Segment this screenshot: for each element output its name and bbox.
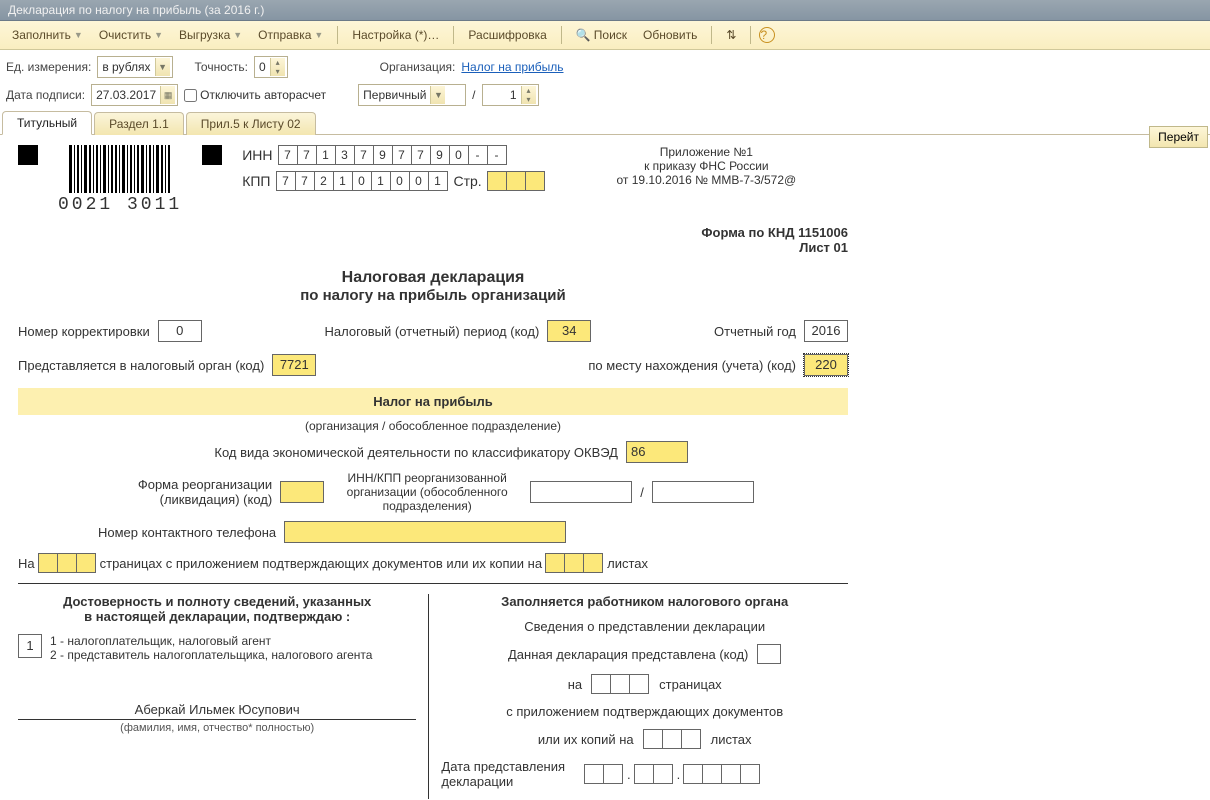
form-code: Форма по КНД 1151006 Лист 01 bbox=[18, 225, 848, 255]
tabs: Титульный Раздел 1.1 Прил.5 к Листу 02 bbox=[0, 110, 1210, 135]
help-icon[interactable]: ? bbox=[759, 27, 775, 43]
pages-sheets: листах bbox=[607, 556, 648, 571]
upload-button[interactable]: Выгрузка▼ bbox=[173, 25, 248, 45]
sort-icon[interactable]: ⇅ bbox=[720, 25, 742, 45]
r-copies-label: или их копий на bbox=[538, 732, 634, 747]
place-value[interactable]: 220 bbox=[804, 354, 848, 376]
period-value[interactable]: 34 bbox=[547, 320, 591, 342]
year-label: Отчетный год bbox=[714, 324, 796, 339]
main-title: Налоговая декларация по налогу на прибыл… bbox=[18, 269, 848, 304]
organ-value[interactable]: 7721 bbox=[272, 354, 316, 376]
right-subheader: Сведения о представлении декларации bbox=[441, 619, 848, 634]
tab-title[interactable]: Титульный bbox=[2, 111, 92, 135]
phone-value[interactable] bbox=[284, 521, 566, 543]
reorg-inn-value[interactable] bbox=[530, 481, 632, 503]
precision-label: Точность: bbox=[195, 60, 248, 74]
reorg-label: Форма реорганизации(ликвидация) (код) bbox=[112, 477, 272, 507]
signer-code[interactable]: 1 bbox=[18, 634, 42, 658]
autocalc-checkbox[interactable]: Отключить авторасчет bbox=[184, 88, 326, 102]
r-pages[interactable] bbox=[592, 674, 649, 694]
r-presented-code[interactable] bbox=[758, 644, 781, 664]
corr-label: Номер корректировки bbox=[18, 324, 150, 339]
window-title: Декларация по налогу на прибыль (за 2016… bbox=[0, 0, 1210, 21]
pages-count[interactable] bbox=[39, 553, 96, 573]
year-value[interactable]: 2016 bbox=[804, 320, 848, 342]
slash: / bbox=[472, 88, 475, 102]
left-header: Достоверность и полноту сведений, указан… bbox=[18, 594, 416, 624]
pages-on: На bbox=[18, 556, 35, 571]
phone-label: Номер контактного телефона bbox=[98, 525, 276, 540]
settings-button[interactable]: Настройка (*)… bbox=[346, 25, 445, 45]
kpp-label: КПП bbox=[242, 173, 270, 189]
inn-cells: 7713797790-- bbox=[279, 145, 507, 165]
inn-label: ИНН bbox=[242, 147, 272, 163]
r-attach-label: с приложением подтверждающих документов bbox=[441, 704, 848, 719]
search-icon: 🔍 bbox=[576, 28, 591, 42]
pageno-input[interactable]: 1▴▾ bbox=[482, 84, 539, 106]
send-button[interactable]: Отправка▼ bbox=[252, 25, 329, 45]
place-label: по месту нахождения (учета) (код) bbox=[588, 358, 796, 373]
r-date-label: Дата представлениядекларации bbox=[441, 759, 565, 789]
date-label: Дата подписи: bbox=[6, 88, 85, 102]
right-header: Заполняется работником налогового органа bbox=[441, 594, 848, 609]
precision-select[interactable]: 0▴▾ bbox=[254, 56, 288, 78]
r-sheets-label: листах bbox=[711, 732, 752, 747]
fill-button[interactable]: Заполнить▼ bbox=[6, 25, 89, 45]
marker-right bbox=[202, 145, 222, 165]
r-copies[interactable] bbox=[644, 729, 701, 749]
section-subtitle: (организация / обособленное подразделени… bbox=[18, 419, 848, 433]
unit-select[interactable]: в рублях▼ bbox=[97, 56, 172, 78]
corr-value[interactable]: 0 bbox=[158, 320, 202, 342]
appendix-ref: Приложение №1 к приказу ФНС России от 19… bbox=[565, 145, 848, 187]
parameters-panel: Ед. измерения: в рублях▼ Точность: 0▴▾ О… bbox=[0, 50, 1210, 106]
okved-value[interactable]: 86 bbox=[626, 441, 688, 463]
calendar-icon[interactable]: ▦ bbox=[160, 86, 175, 104]
clear-button[interactable]: Очистить▼ bbox=[93, 25, 169, 45]
kpp-cells: 772101001 bbox=[277, 171, 448, 191]
reorg-code[interactable] bbox=[280, 481, 324, 503]
signer-legend: 1 - налогоплательщик, налоговый агент2 -… bbox=[50, 634, 372, 662]
go-button[interactable]: Перейт bbox=[1149, 126, 1208, 148]
okved-label: Код вида экономической деятельности по к… bbox=[214, 445, 618, 460]
section-band: Налог на прибыль bbox=[18, 388, 848, 415]
date-input[interactable]: 27.03.2017▦ bbox=[91, 84, 178, 106]
signer-fio[interactable]: Аберкай Ильмек Юсупович bbox=[18, 702, 416, 720]
barcode: 0021 3011 bbox=[58, 145, 182, 215]
marker-left bbox=[18, 145, 38, 165]
r-presented-label: Данная декларация представлена (код) bbox=[508, 647, 748, 662]
doctype-select[interactable]: Первичный▼ bbox=[358, 84, 466, 106]
page-label: Стр. bbox=[454, 173, 482, 189]
document-body: 0021 3011 ИНН 7713797790-- КПП 772101001… bbox=[0, 135, 866, 799]
tab-section11[interactable]: Раздел 1.1 bbox=[94, 112, 184, 135]
r-pages-label: страницах bbox=[659, 677, 722, 692]
org-label: Организация: bbox=[380, 60, 456, 74]
tab-app5[interactable]: Прил.5 к Листу 02 bbox=[186, 112, 316, 135]
period-label: Налоговый (отчетный) период (код) bbox=[324, 324, 539, 339]
unit-label: Ед. измерения: bbox=[6, 60, 91, 74]
barcode-number: 0021 3011 bbox=[58, 195, 182, 215]
r-on: на bbox=[568, 677, 582, 692]
reorg-kpp-value[interactable] bbox=[652, 481, 754, 503]
attach-count[interactable] bbox=[546, 553, 603, 573]
toolbar: Заполнить▼ Очистить▼ Выгрузка▼ Отправка▼… bbox=[0, 21, 1210, 50]
reorg-inn-label: ИНН/КПП реорганизованнойорганизации (обо… bbox=[332, 471, 522, 513]
search-button[interactable]: 🔍Поиск bbox=[570, 25, 633, 45]
decode-button[interactable]: Расшифровка bbox=[462, 25, 552, 45]
page-cells: ... bbox=[488, 171, 545, 191]
signer-fio-caption: (фамилия, имя, отчество* полностью) bbox=[18, 722, 416, 734]
org-link[interactable]: Налог на прибыль bbox=[461, 60, 563, 74]
r-date-value[interactable]: .. bbox=[585, 764, 760, 784]
organ-label: Представляется в налоговый орган (код) bbox=[18, 358, 264, 373]
pages-mid: страницах с приложением подтверждающих д… bbox=[100, 556, 542, 571]
refresh-button[interactable]: Обновить bbox=[637, 25, 703, 45]
